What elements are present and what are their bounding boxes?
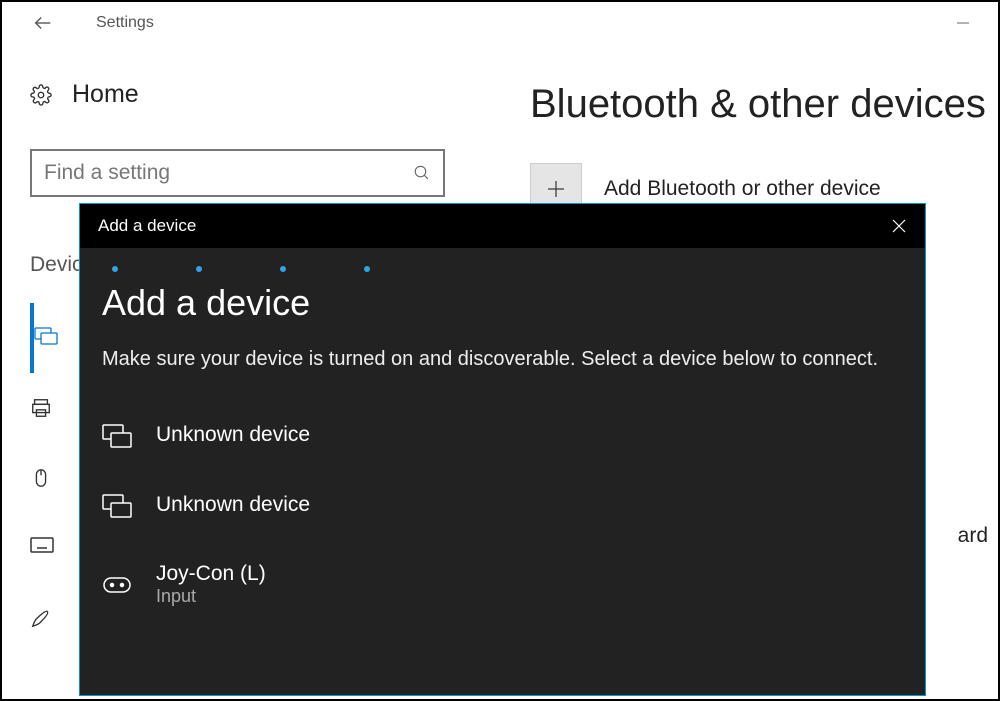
add-label: Add Bluetooth or other device (604, 177, 881, 201)
minimize-button[interactable] (956, 16, 970, 30)
dialog-titlebar: Add a device (80, 204, 925, 248)
titlebar: Settings (2, 2, 998, 44)
device-item[interactable]: Unknown device (102, 406, 903, 476)
display-icon (102, 424, 132, 448)
back-button[interactable] (26, 6, 60, 40)
page-heading: Bluetooth & other devices (530, 82, 998, 127)
gear-icon (30, 84, 52, 106)
device-name: Joy-Con (L) (156, 562, 266, 586)
device-item[interactable]: Joy-Con (L) Input (102, 546, 903, 617)
home-label: Home (72, 80, 139, 109)
device-name: Unknown device (156, 493, 310, 517)
settings-window: Settings Home (2, 2, 998, 699)
display-icon (102, 494, 132, 518)
device-name: Unknown device (156, 423, 310, 447)
printer-icon (30, 397, 52, 419)
keyboard2-icon (30, 537, 52, 559)
pen-icon (30, 607, 52, 629)
dialog-heading: Add a device (102, 282, 903, 324)
search-input[interactable] (44, 161, 413, 185)
add-device-dialog: Add a device Add a device Make sure your… (79, 203, 926, 696)
gamepad-icon (102, 574, 132, 598)
keyboard-icon (34, 327, 56, 349)
device-subtitle: Input (156, 586, 266, 607)
device-item[interactable]: Unknown device (102, 476, 903, 546)
search-icon (413, 164, 431, 182)
partial-text: ard (958, 524, 988, 548)
app-title: Settings (96, 14, 154, 32)
search-box[interactable] (30, 149, 445, 197)
dialog-description: Make sure your device is turned on and d… (102, 344, 903, 374)
dialog-body: Add a device Make sure your device is tu… (80, 248, 925, 617)
loading-indicator (112, 266, 903, 272)
dialog-titlebar-text: Add a device (98, 216, 196, 236)
mouse-icon (30, 467, 52, 489)
close-button[interactable] (891, 218, 907, 234)
window-controls (956, 16, 990, 30)
home-row[interactable]: Home (30, 80, 472, 109)
